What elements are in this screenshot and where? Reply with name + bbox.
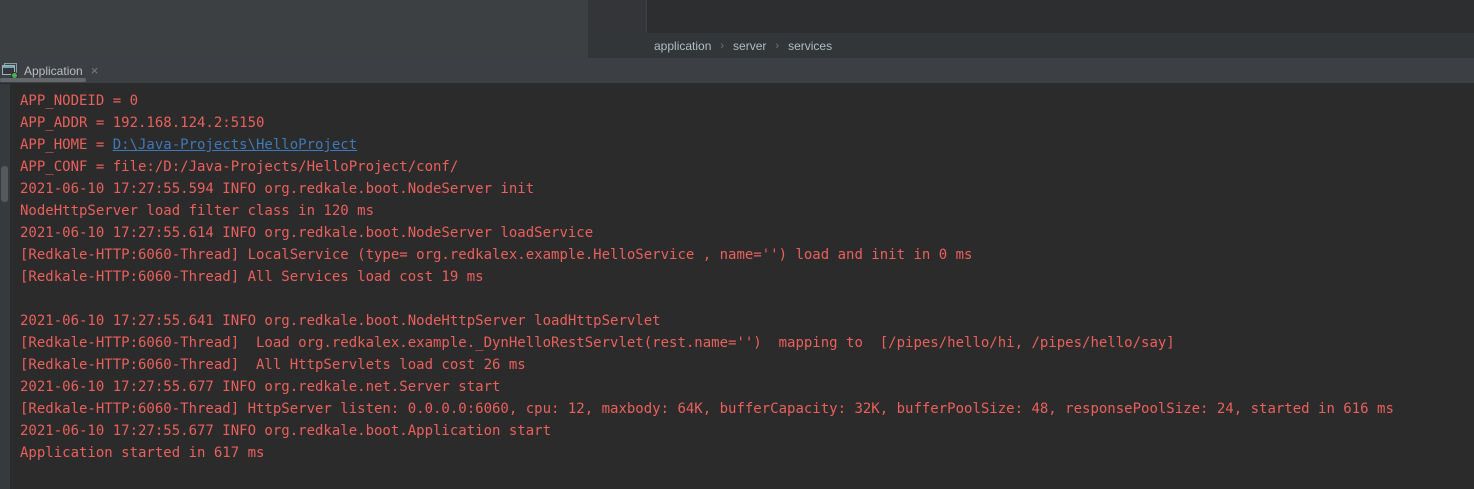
- console-line: 2021-06-10 17:27:55.677 INFO org.redkale…: [20, 376, 1474, 398]
- chevron-right-icon: ›: [720, 40, 724, 52]
- console-line: NodeHttpServer load filter class in 120 …: [20, 200, 1474, 222]
- console-line: [Redkale-HTTP:6060-Thread] Load org.redk…: [20, 332, 1474, 354]
- console-line: 2021-06-10 17:27:55.641 INFO org.redkale…: [20, 310, 1474, 332]
- console-line: 2021-06-10 17:27:55.614 INFO org.redkale…: [20, 222, 1474, 244]
- editor-content-area: [647, 0, 1474, 33]
- breadcrumb-item-application[interactable]: application: [654, 39, 711, 53]
- console-line: Application started in 617 ms: [20, 442, 1474, 464]
- selected-tab-underline: [0, 78, 86, 82]
- console-line: [Redkale-HTTP:6060-Thread] HttpServer li…: [20, 398, 1474, 420]
- console-line: 2021-06-10 17:27:55.677 INFO org.redkale…: [20, 420, 1474, 442]
- console-line: [Redkale-HTTP:6060-Thread] LocalService …: [20, 244, 1474, 266]
- console-line: APP_NODEID = 0: [20, 90, 1474, 112]
- run-console[interactable]: APP_NODEID = 0APP_ADDR = 192.168.124.2:5…: [0, 84, 1474, 489]
- console-line: [20, 288, 1474, 310]
- console-run-icon: [2, 62, 19, 79]
- editor-strip-segment: [588, 0, 646, 33]
- right-editor-area: application › server › services: [588, 0, 1474, 58]
- editor-empty-strip: [588, 0, 1474, 33]
- console-line: [Redkale-HTTP:6060-Thread] All HttpServl…: [20, 354, 1474, 376]
- file-path-link[interactable]: D:\Java-Projects\HelloProject: [113, 137, 357, 153]
- close-icon[interactable]: ×: [91, 64, 99, 77]
- left-editor-panel: [0, 0, 588, 58]
- breadcrumb-item-services[interactable]: services: [788, 39, 832, 53]
- breadcrumb: application › server › services: [588, 33, 1474, 58]
- scrollbar-thumb[interactable]: [1, 166, 8, 202]
- console-line: APP_HOME = D:\Java-Projects\HelloProject: [20, 134, 1474, 156]
- console-line: APP_ADDR = 192.168.124.2:5150: [20, 112, 1474, 134]
- tab-label: Application: [24, 64, 83, 78]
- breadcrumb-item-server[interactable]: server: [733, 39, 766, 53]
- run-toolwindow-tab-bar: Application ×: [0, 58, 1474, 84]
- console-line: 2021-06-10 17:27:55.594 INFO org.redkale…: [20, 178, 1474, 200]
- chevron-right-icon: ›: [775, 40, 779, 52]
- console-line: APP_CONF = file:/D:/Java-Projects/HelloP…: [20, 156, 1474, 178]
- top-area: application › server › services: [0, 0, 1474, 58]
- console-gutter: [0, 84, 10, 489]
- console-output: APP_NODEID = 0APP_ADDR = 192.168.124.2:5…: [20, 90, 1474, 464]
- console-text: APP_HOME =: [20, 137, 113, 153]
- console-line: [Redkale-HTTP:6060-Thread] All Services …: [20, 266, 1474, 288]
